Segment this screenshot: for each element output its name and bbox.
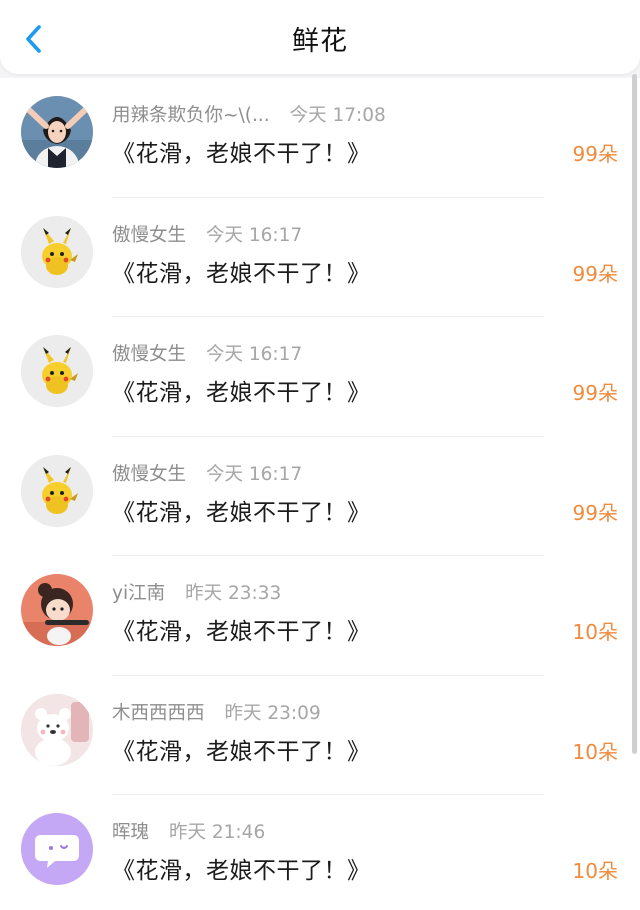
sender-line: 晖瑰 昨天 21:46 [112,818,265,844]
list-item[interactable]: 木西西西西 昨天 23:09 《花滑，老娘不干了！》 10朵 [0,676,640,795]
sender-name: 傲慢女生 [112,463,187,485]
top-bar: 鲜花 [0,0,640,74]
flower-count: 10朵 [572,739,618,764]
page-title: 鲜花 [292,26,348,57]
list-item[interactable]: 傲慢女生 今天 16:17 《花滑，老娘不干了！》 99朵 [0,317,640,437]
cartoon-girl-icon [21,574,93,646]
girl-photo-icon [21,96,93,168]
avatar[interactable] [21,813,93,885]
message-text: 《花滑，老娘不干了！》 [112,260,371,287]
sender-line: yi江南 昨天 23:33 [112,579,281,605]
sender-name: 木西西西西 [112,702,205,724]
sender-name: yi江南 [112,583,166,604]
sender-line: 傲慢女生 今天 16:17 [112,340,302,366]
message-text: 《花滑，老娘不干了！》 [112,858,371,884]
timestamp: 今天 16:17 [206,224,303,246]
avatar[interactable] [21,693,93,766]
avatar[interactable] [21,215,93,288]
timestamp: 昨天 23:09 [224,702,321,724]
flower-count: 10朵 [572,620,618,644]
pikachu-icon [21,454,93,527]
sender-line: 木西西西西 昨天 23:09 [112,699,321,725]
message-text: 《花滑，老娘不干了！》 [112,738,371,765]
list-item[interactable]: 傲慢女生 今天 16:17 《花滑，老娘不干了！》 99朵 [0,437,640,556]
sender-line: 傲慢女生 今天 16:17 [112,221,302,247]
avatar[interactable] [21,335,93,407]
sender-line: 用辣条欺负你~\(... 今天 17:08 [112,101,386,127]
chat-bubble-icon [21,813,93,885]
sender-name: 用辣条欺负你~\(... [112,105,270,126]
timestamp: 今天 16:17 [206,344,303,365]
flower-count: 99朵 [572,142,618,166]
timestamp: 今天 16:17 [206,463,303,485]
pikachu-icon [21,215,93,288]
list-item[interactable]: 用辣条欺负你~\(... 今天 17:08 《花滑，老娘不干了！》 99朵 [0,78,640,198]
sender-line: 傲慢女生 今天 16:17 [112,460,302,486]
flower-count: 10朵 [572,859,618,883]
white-bear-icon [21,693,93,766]
scrollbar[interactable] [632,74,637,754]
flower-list: 用辣条欺负你~\(... 今天 17:08 《花滑，老娘不干了！》 99朵 傲慢女… [0,78,640,910]
sender-name: 晖瑰 [112,822,150,843]
flower-count: 99朵 [572,381,618,405]
avatar[interactable] [21,96,93,168]
flower-count: 99朵 [572,261,618,286]
timestamp: 昨天 23:33 [185,583,282,604]
avatar[interactable] [21,574,93,646]
timestamp: 昨天 21:46 [169,822,266,843]
pikachu-icon [21,335,93,407]
sender-name: 傲慢女生 [112,344,187,365]
message-text: 《花滑，老娘不干了！》 [112,619,371,645]
timestamp: 今天 17:08 [289,105,386,126]
message-text: 《花滑，老娘不干了！》 [112,499,371,526]
avatar[interactable] [21,454,93,527]
list-item[interactable]: yi江南 昨天 23:33 《花滑，老娘不干了！》 10朵 [0,556,640,676]
flower-count: 99朵 [572,500,618,525]
list-item[interactable]: 傲慢女生 今天 16:17 《花滑，老娘不干了！》 99朵 [0,198,640,317]
list-item[interactable]: 晖瑰 昨天 21:46 《花滑，老娘不干了！》 10朵 [0,795,640,910]
message-text: 《花滑，老娘不干了！》 [112,141,371,167]
sender-name: 傲慢女生 [112,224,187,246]
message-text: 《花滑，老娘不干了！》 [112,380,371,406]
